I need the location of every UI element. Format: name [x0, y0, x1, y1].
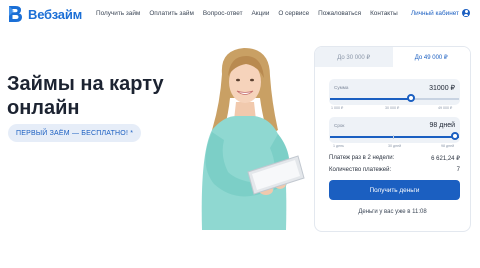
nav-faq[interactable]: Вопрос-ответ	[203, 10, 243, 17]
payment-row: Платеж раз в 2 недели: 6 621,24 ₽	[329, 155, 460, 162]
amount-tabs: До 30 000 ₽ До 49 000 ₽	[315, 47, 470, 67]
site-header: Вебзайм Получить займ Оплатить займ Вопр…	[0, 0, 480, 28]
term-tick-mark	[393, 135, 394, 139]
get-money-button[interactable]: Получить деньги	[329, 180, 460, 200]
account-label: Личный кабинет	[410, 9, 459, 17]
nav-about[interactable]: О сервисе	[278, 10, 309, 17]
main-nav: Получить займ Оплатить займ Вопрос-ответ…	[96, 10, 407, 17]
payments-count-row: Количество платежей: 7	[329, 167, 460, 173]
amount-tick-min: 1 000 ₽	[331, 106, 344, 110]
amount-label: Сумма	[334, 85, 349, 90]
hero-title: Займы на карту онлайн	[7, 73, 164, 119]
tab-up-to-30000[interactable]: До 30 000 ₽	[315, 47, 393, 67]
amount-fill	[330, 98, 411, 100]
term-slider-handle[interactable]	[451, 132, 459, 140]
term-fill	[330, 136, 459, 138]
term-tick-min: 1 день	[333, 144, 344, 148]
logo-text: Вебзайм	[28, 6, 83, 22]
account-link[interactable]: Личный кабинет	[411, 9, 470, 17]
promo-text: ПЕРВЫЙ ЗАЁМ — БЕСПЛАТНО! *	[16, 129, 134, 137]
user-icon	[462, 9, 470, 17]
payment-label: Платеж раз в 2 недели:	[329, 155, 395, 161]
nav-get-loan[interactable]: Получить займ	[96, 10, 140, 17]
tab-up-to-49000[interactable]: До 49 000 ₽	[392, 47, 470, 67]
get-money-label: Получить деньги	[369, 186, 420, 194]
term-tick-mid: 30 дней	[388, 144, 402, 148]
woman-with-tablet-image	[201, 48, 305, 230]
nav-pay-loan[interactable]: Оплатить займ	[149, 10, 194, 17]
amount-value[interactable]: 31000 ₽	[429, 84, 455, 92]
term-label: Срок	[334, 123, 345, 128]
amount-slider-box: Сумма 31000 ₽	[329, 79, 460, 105]
term-tick-max: 98 дней	[441, 144, 455, 148]
logo[interactable]: Вебзайм	[7, 4, 82, 24]
promo-badge: ПЕРВЫЙ ЗАЁМ — БЕСПЛАТНО! *	[8, 124, 142, 142]
payments-count-label: Количество платежей:	[329, 167, 392, 173]
loan-calculator: До 30 000 ₽ До 49 000 ₽ Сумма 31000 ₽ 1 …	[314, 46, 471, 232]
amount-tick-mid: 30 000 ₽	[385, 106, 400, 110]
payments-count-value: 7	[456, 167, 460, 173]
nav-complaint[interactable]: Пожаловаться	[318, 10, 361, 17]
term-value[interactable]: 98 дней	[430, 122, 455, 129]
payment-value: 6 621,24 ₽	[431, 156, 460, 162]
nav-promotions[interactable]: Акции	[252, 10, 270, 17]
amount-tick-max: 49 000 ₽	[438, 106, 453, 110]
amount-slider-handle[interactable]	[406, 94, 415, 102]
nav-contacts[interactable]: Контакты	[370, 10, 398, 17]
logo-icon	[9, 6, 22, 22]
term-slider-box: Срок 98 дней	[329, 117, 460, 143]
money-eta-note: Деньги у вас уже в 11:08	[358, 209, 427, 215]
